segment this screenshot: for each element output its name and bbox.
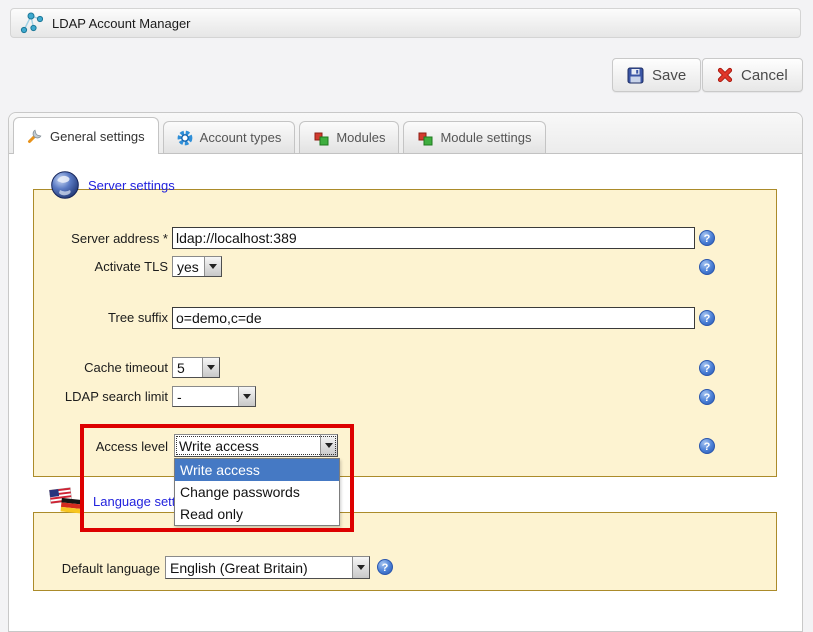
server-address-input[interactable]: [172, 227, 695, 249]
cache-timeout-select[interactable]: 5: [172, 357, 220, 378]
selected-value: Write access: [175, 438, 320, 454]
tree-suffix-label: Tree suffix: [30, 310, 168, 325]
window-title: LDAP Account Manager: [52, 16, 191, 31]
chevron-down-icon: [320, 435, 337, 456]
gear-icon: [177, 130, 193, 146]
access-level-label: Access level: [30, 439, 168, 454]
cancel-button-label: Cancel: [741, 67, 788, 84]
cancel-x-icon: [717, 67, 733, 83]
tab-label: Module settings: [440, 130, 531, 145]
ldap-search-limit-select[interactable]: -: [172, 386, 256, 407]
tab-label: Account types: [200, 130, 282, 145]
window-titlebar: LDAP Account Manager: [10, 8, 801, 38]
dropdown-option-write-access[interactable]: Write access: [175, 459, 339, 481]
help-icon[interactable]: ?: [699, 310, 715, 326]
globe-icon: [50, 170, 80, 200]
lam-settings-page: LDAP Account Manager Save Cancel: [0, 0, 813, 608]
help-icon[interactable]: ?: [377, 559, 393, 575]
chevron-down-icon: [204, 257, 221, 276]
wrench-icon: [27, 128, 43, 144]
chevron-down-icon: [352, 557, 369, 578]
tree-suffix-input[interactable]: [172, 307, 695, 329]
server-address-label: Server address *: [30, 231, 168, 246]
tab-general-settings[interactable]: General settings: [13, 117, 159, 154]
selected-value: -: [173, 389, 238, 405]
activate-tls-select[interactable]: yes: [172, 256, 222, 277]
selected-value: yes: [173, 259, 204, 275]
tab-label: General settings: [50, 129, 145, 144]
help-icon[interactable]: ?: [699, 360, 715, 376]
modules-cubes-icon: [313, 130, 329, 146]
activate-tls-label: Activate TLS: [30, 259, 168, 274]
language-settings-panel: [33, 512, 777, 591]
chevron-down-icon: [238, 387, 255, 406]
default-language-select[interactable]: English (Great Britain): [165, 556, 370, 579]
help-icon[interactable]: ?: [699, 389, 715, 405]
default-language-label: Default language: [22, 561, 160, 576]
dropdown-option-read-only[interactable]: Read only: [175, 503, 339, 525]
cancel-button[interactable]: Cancel: [702, 58, 803, 92]
selected-value: 5: [173, 360, 202, 376]
access-level-select[interactable]: Write access: [174, 434, 338, 457]
access-level-dropdown-list: Write access Change passwords Read only: [174, 458, 340, 526]
tab-account-types[interactable]: Account types: [163, 121, 296, 153]
help-icon[interactable]: ?: [699, 259, 715, 275]
save-floppy-icon: [627, 67, 644, 84]
tab-modules[interactable]: Modules: [299, 121, 399, 153]
selected-value: English (Great Britain): [166, 560, 352, 576]
save-button-label: Save: [652, 67, 686, 84]
flags-icon: [48, 486, 85, 516]
cache-timeout-label: Cache timeout: [30, 360, 168, 375]
server-settings-title: Server settings: [88, 178, 175, 193]
tab-bar: General settings Account types: [9, 113, 802, 154]
dropdown-option-change-passwords[interactable]: Change passwords: [175, 481, 339, 503]
tab-module-settings[interactable]: Module settings: [403, 121, 545, 153]
tab-label: Modules: [336, 130, 385, 145]
chevron-down-icon: [202, 358, 219, 377]
server-settings-legend: Server settings: [50, 170, 175, 200]
help-icon[interactable]: ?: [699, 230, 715, 246]
ldap-search-limit-label: LDAP search limit: [30, 389, 168, 404]
save-button[interactable]: Save: [612, 58, 701, 92]
lam-logo-icon: [19, 11, 43, 35]
help-icon[interactable]: ?: [699, 438, 715, 454]
modules-cubes-icon: [417, 130, 433, 146]
